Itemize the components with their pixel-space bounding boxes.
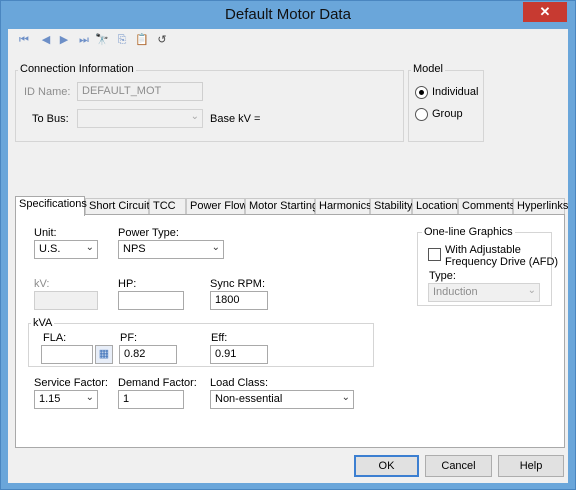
find-icon[interactable]: 🔭	[94, 32, 110, 48]
load-class-value: Non-essential	[215, 393, 283, 405]
previous-record-icon[interactable]: ◀	[38, 32, 54, 48]
tab-short-circuit[interactable]: Short Circuit	[85, 198, 150, 215]
first-record-icon[interactable]: ⏮	[16, 32, 32, 48]
afd-checkbox[interactable]	[428, 248, 441, 261]
individual-radio[interactable]	[415, 86, 428, 99]
title-bar[interactable]: Default Motor Data ✕	[1, 1, 575, 29]
demand-factor-field[interactable]: 1	[118, 390, 184, 409]
radio-selected-dot	[419, 90, 424, 95]
hp-label: HP:	[118, 278, 137, 290]
id-name-field[interactable]: DEFAULT_MOT	[77, 82, 203, 101]
chevron-down-icon: ⌄	[341, 392, 350, 403]
to-bus-label: To Bus:	[32, 113, 69, 125]
load-class-label: Load Class:	[210, 377, 269, 389]
hp-field[interactable]	[118, 291, 184, 310]
cancel-button[interactable]: Cancel	[425, 455, 492, 477]
kva-title: kVA	[31, 317, 55, 329]
tab-tcc[interactable]: TCC	[149, 198, 186, 215]
group-radio-label[interactable]: Group	[432, 108, 463, 120]
service-factor-value: 1.15	[39, 393, 61, 405]
footer-divider	[8, 449, 568, 450]
undo-icon[interactable]: ↺	[154, 32, 170, 48]
tab-harmonics[interactable]: Harmonics	[315, 198, 372, 215]
specifications-panel: Unit: U.S. ⌄ Power Type: NPS ⌄ kV: HP: S…	[15, 214, 565, 448]
tab-comments[interactable]: Comments	[458, 198, 515, 215]
pf-label: PF:	[120, 332, 138, 344]
power-type-value: NPS	[123, 243, 146, 255]
dialog-body: Connection Information ID Name: DEFAULT_…	[8, 51, 568, 483]
kv-label: kV:	[34, 278, 50, 290]
calculator-icon[interactable]: ▦	[95, 345, 113, 364]
afd-label-line1[interactable]: With Adjustable	[445, 244, 521, 256]
afd-type-select[interactable]: Induction ⌄	[428, 283, 540, 302]
tab-location[interactable]: Location	[412, 198, 458, 215]
type-label: Type:	[429, 270, 456, 282]
eff-field[interactable]: 0.91	[210, 345, 268, 364]
help-button[interactable]: Help	[498, 455, 564, 477]
ok-button[interactable]: OK	[354, 455, 419, 477]
chevron-down-icon: ⌄	[211, 242, 220, 253]
paste-icon[interactable]: 📋	[134, 32, 150, 48]
next-record-icon[interactable]: ▶	[56, 32, 72, 48]
tab-hyperlinks[interactable]: Hyperlinks	[513, 198, 568, 215]
toolbar: ⏮ ◀ ▶ ⏭ 🔭 ⎘ 📋 ↺	[8, 29, 568, 51]
fla-label: FLA:	[43, 332, 67, 344]
unit-label: Unit:	[34, 227, 57, 239]
model-title: Model	[411, 63, 445, 75]
kv-field[interactable]	[34, 291, 98, 310]
to-bus-select[interactable]: ⌄	[77, 109, 203, 128]
model-group: Model Individual Group	[408, 63, 484, 142]
fla-field[interactable]	[41, 345, 93, 364]
close-button[interactable]: ✕	[523, 2, 567, 22]
connection-info-title: Connection Information	[18, 63, 136, 75]
copy-icon[interactable]: ⎘	[114, 32, 130, 48]
unit-select[interactable]: U.S. ⌄	[34, 240, 98, 259]
eff-label: Eff:	[211, 332, 228, 344]
chevron-down-icon: ⌄	[85, 242, 94, 253]
unit-value: U.S.	[39, 243, 61, 255]
chevron-down-icon: ⌄	[527, 285, 536, 296]
afd-type-value: Induction	[433, 286, 478, 298]
tab-stability[interactable]: Stability	[370, 198, 413, 215]
sync-rpm-field[interactable]: 1800	[210, 291, 268, 310]
power-type-label: Power Type:	[118, 227, 179, 239]
demand-factor-label: Demand Factor:	[118, 377, 197, 389]
load-class-select[interactable]: Non-essential ⌄	[210, 390, 354, 409]
base-kv-label: Base kV =	[210, 113, 261, 125]
group-radio[interactable]	[415, 108, 428, 121]
tab-motor-starting[interactable]: Motor Starting	[245, 198, 318, 215]
sync-rpm-label: Sync RPM:	[210, 278, 266, 290]
chevron-down-icon: ⌄	[190, 111, 199, 122]
motor-data-dialog: Default Motor Data ✕ ⏮ ◀ ▶ ⏭ 🔭 ⎘ 📋 ↺ Con…	[0, 0, 576, 490]
power-type-select[interactable]: NPS ⌄	[118, 240, 224, 259]
connection-info-group: Connection Information ID Name: DEFAULT_…	[15, 63, 404, 142]
individual-radio-label[interactable]: Individual	[432, 86, 478, 98]
tab-specifications[interactable]: Specifications	[15, 196, 87, 216]
window-title: Default Motor Data	[225, 6, 351, 23]
one-line-graphics-title: One-line Graphics	[422, 226, 515, 238]
id-name-label: ID Name:	[24, 86, 71, 98]
service-factor-label: Service Factor:	[34, 377, 108, 389]
pf-field[interactable]: 0.82	[119, 345, 177, 364]
kva-group: kVA FLA: ▦ PF: 0.82 Eff: 0.91	[28, 317, 374, 367]
last-record-icon[interactable]: ⏭	[76, 32, 92, 48]
service-factor-select[interactable]: 1.15 ⌄	[34, 390, 98, 409]
tab-power-flow[interactable]: Power Flow	[186, 198, 247, 215]
chevron-down-icon: ⌄	[85, 392, 94, 403]
one-line-graphics-group: One-line Graphics With Adjustable Freque…	[417, 226, 558, 306]
afd-label-line2[interactable]: Frequency Drive (AFD)	[445, 256, 558, 268]
